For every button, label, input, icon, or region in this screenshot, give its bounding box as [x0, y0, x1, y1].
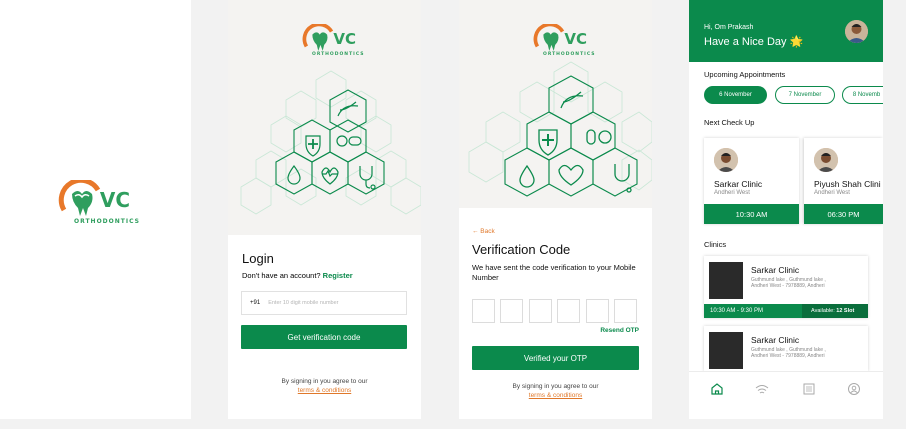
logo-subtitle: ORTHODONTICS	[312, 52, 365, 57]
profile-icon[interactable]	[847, 382, 861, 401]
verification-subtitle: We have sent the code verification to yo…	[472, 263, 636, 282]
register-link[interactable]: Register	[323, 271, 353, 280]
login-card: Login Don't have an account? Register +9…	[228, 235, 421, 419]
terms-prefix: By signing in you agree to our	[512, 383, 599, 390]
brand-logo: VC ORTHODONTICS	[48, 180, 140, 225]
date-pill-1[interactable]: 6 November	[704, 86, 767, 104]
slots-label: Available:	[811, 308, 835, 314]
greeting-text: Hi, Om Prakash	[704, 24, 754, 31]
slots-badge: Available: 12 Slot	[802, 304, 868, 318]
terms-prefix: By signing in you agree to our	[281, 378, 368, 385]
clinic-card[interactable]: Sarkar Clinic Guthmund lake , Guthmund l…	[704, 256, 868, 318]
doctor-avatar	[814, 148, 838, 172]
clinic-hours: 10:30 AM - 9:30 PM	[710, 308, 764, 314]
get-verification-button[interactable]: Get verification code	[241, 325, 407, 349]
clinic-photo	[709, 262, 743, 299]
date-pill-3[interactable]: 8 Novemb	[842, 86, 883, 104]
clinic-name: Sarkar Clinic	[751, 265, 800, 275]
checkup-clinic-name: Piyush Shah Clini	[814, 179, 881, 189]
terms-notice: By signing in you agree to our terms & c…	[228, 377, 421, 395]
otp-digit-6[interactable]	[614, 299, 637, 323]
back-link[interactable]: ← Back	[472, 228, 495, 235]
checkup-clinic-area: Andheri West	[814, 190, 850, 196]
terms-link[interactable]: terms & conditions	[228, 386, 421, 395]
brand-logo: VC ORTHODONTICS	[294, 24, 364, 57]
clinic-photo	[709, 332, 743, 369]
checkup-card[interactable]: Sarkar Clinic Andheri West 10:30 AM	[704, 138, 799, 224]
user-avatar[interactable]	[845, 20, 868, 43]
resend-otp-link[interactable]: Resend OTP	[600, 327, 639, 334]
list-icon[interactable]	[802, 382, 816, 401]
checkup-time: 06:30 PM	[804, 204, 883, 224]
country-code[interactable]: +91	[250, 300, 260, 306]
login-screen: VC ORTHODONTICS Login Don't have an acco…	[228, 0, 421, 419]
verification-card: ← Back Verification Code We have sent th…	[459, 208, 652, 419]
wifi-icon[interactable]	[755, 382, 769, 401]
slots-value: 12 Slot	[836, 308, 855, 314]
otp-digit-4[interactable]	[557, 299, 580, 323]
terms-link[interactable]: terms & conditions	[459, 391, 652, 400]
no-account-text: Don't have an account?	[242, 271, 321, 280]
terms-notice: By signing in you agree to our terms & c…	[459, 382, 652, 400]
date-pill-2[interactable]: 7 November	[775, 86, 835, 104]
register-prompt: Don't have an account? Register	[242, 271, 353, 280]
checkup-time: 10:30 AM	[704, 204, 799, 224]
medical-hexagon-illustration	[468, 61, 652, 197]
logo-subtitle: ORTHODONTICS	[543, 52, 596, 57]
checkup-clinic-area: Andheri West	[714, 190, 750, 196]
verify-otp-button[interactable]: Verified your OTP	[472, 346, 639, 370]
doctor-avatar	[714, 148, 738, 172]
checkup-clinic-name: Sarkar Clinic	[714, 179, 763, 189]
otp-digit-2[interactable]	[500, 299, 523, 323]
otp-digit-5[interactable]	[586, 299, 609, 323]
splash-screen: VC ORTHODONTICS	[0, 0, 191, 419]
phone-input[interactable]: +91 Enter 10 digit mobile number	[241, 291, 407, 315]
tooth-logo-icon	[58, 180, 101, 216]
checkup-card[interactable]: Piyush Shah Clini Andheri West 06:30 PM	[804, 138, 883, 224]
next-checkup-title: Next Check Up	[704, 118, 755, 127]
otp-digit-3[interactable]	[529, 299, 552, 323]
page-title: Verification Code	[472, 242, 571, 257]
otp-digit-1[interactable]	[472, 299, 495, 323]
clinics-title: Clinics	[704, 240, 727, 249]
logo-letters: VC	[99, 188, 131, 212]
clinic-hours-bar: 10:30 AM - 9:30 PM Available: 12 Slot	[704, 304, 868, 318]
doctor-photo-icon	[814, 148, 838, 172]
clinic-address-line2: Andheri West - 7978889, Andheri	[751, 353, 825, 359]
clinic-card[interactable]: Sarkar Clinic Guthmund lake , Guthmund l…	[704, 326, 868, 371]
tooth-logo-icon	[303, 24, 334, 51]
verification-screen: VC ORTHODONTICS ← Back Verification Code…	[459, 0, 652, 419]
home-screen: Hi, Om Prakash Have a Nice Day 🌟 Upcomin…	[689, 0, 883, 419]
logo-letters: VC	[333, 30, 357, 48]
clinic-name: Sarkar Clinic	[751, 335, 800, 345]
phone-placeholder: Enter 10 digit mobile number	[268, 300, 339, 306]
upcoming-appointments-title: Upcoming Appointments	[704, 70, 786, 79]
home-icon[interactable]	[710, 382, 724, 401]
doctor-photo-icon	[714, 148, 738, 172]
bottom-nav	[689, 371, 883, 419]
logo-letters: VC	[564, 30, 588, 48]
home-header: Hi, Om Prakash Have a Nice Day 🌟	[689, 0, 883, 62]
tooth-logo-icon	[534, 24, 565, 51]
user-photo-icon	[845, 20, 868, 43]
headline-text: Have a Nice Day 🌟	[704, 36, 804, 48]
logo-subtitle: ORTHODONTICS	[74, 218, 140, 225]
brand-logo: VC ORTHODONTICS	[525, 24, 595, 57]
clinic-address-line2: Andheri West - 7978889, Andheri	[751, 283, 825, 289]
page-title: Login	[242, 251, 274, 266]
